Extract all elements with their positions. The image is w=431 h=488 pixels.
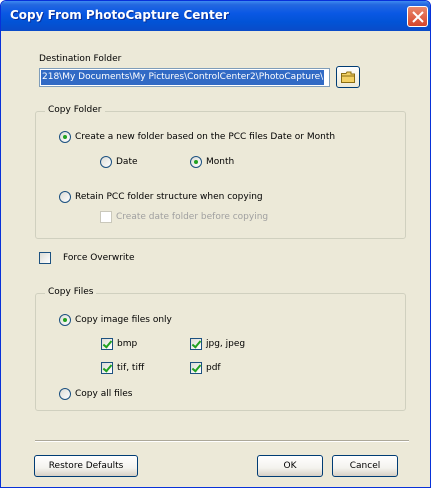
window-title: Copy From PhotoCapture Center (10, 8, 229, 22)
force-overwrite-label[interactable]: Force Overwrite (63, 253, 135, 263)
title-bar[interactable]: Copy From PhotoCapture Center (1, 1, 430, 31)
force-overwrite-checkbox[interactable] (39, 252, 51, 264)
pdf-label[interactable]: pdf (206, 363, 221, 373)
jpg-label[interactable]: jpg, jpeg (206, 339, 245, 349)
tif-label[interactable]: tif, tiff (117, 363, 144, 373)
bmp-label[interactable]: bmp (117, 339, 137, 349)
destination-folder-label: Destination Folder (39, 54, 122, 64)
month-label[interactable]: Month (206, 157, 234, 167)
ok-button[interactable]: OK (257, 455, 323, 477)
create-new-folder-label[interactable]: Create a new folder based on the PCC fil… (75, 132, 335, 142)
cancel-button[interactable]: Cancel (332, 455, 398, 477)
copy-files-group-title: Copy Files (45, 287, 97, 297)
date-radio[interactable] (100, 156, 112, 168)
close-button[interactable] (407, 6, 428, 27)
copy-all-files-radio[interactable] (59, 388, 71, 400)
create-new-folder-radio[interactable] (59, 131, 71, 143)
month-radio[interactable] (190, 156, 202, 168)
restore-defaults-button[interactable]: Restore Defaults (34, 455, 138, 477)
close-icon (412, 11, 424, 23)
retain-structure-label[interactable]: Retain PCC folder structure when copying (75, 192, 263, 202)
create-date-folder-label: Create date folder before copying (116, 212, 269, 222)
copy-folder-group-title: Copy Folder (45, 105, 105, 115)
copy-image-files-radio[interactable] (59, 314, 71, 326)
tif-checkbox[interactable] (101, 362, 113, 374)
pdf-checkbox[interactable] (190, 362, 202, 374)
destination-path-value: 218\My Documents\My Pictures\ControlCent… (41, 70, 325, 85)
dialog-window: Copy From PhotoCapture Center Destinatio… (0, 0, 431, 488)
create-date-folder-checkbox[interactable] (100, 211, 112, 223)
button-divider (35, 440, 409, 442)
copy-all-files-label[interactable]: Copy all files (75, 389, 132, 399)
browse-folder-button[interactable] (336, 66, 360, 88)
jpg-checkbox[interactable] (190, 338, 202, 350)
retain-structure-radio[interactable] (59, 191, 71, 203)
destination-path-input[interactable]: 218\My Documents\My Pictures\ControlCent… (39, 68, 330, 87)
copy-image-files-label[interactable]: Copy image files only (75, 315, 172, 325)
bmp-checkbox[interactable] (101, 338, 113, 350)
date-label[interactable]: Date (116, 157, 138, 167)
folder-icon (341, 71, 355, 83)
